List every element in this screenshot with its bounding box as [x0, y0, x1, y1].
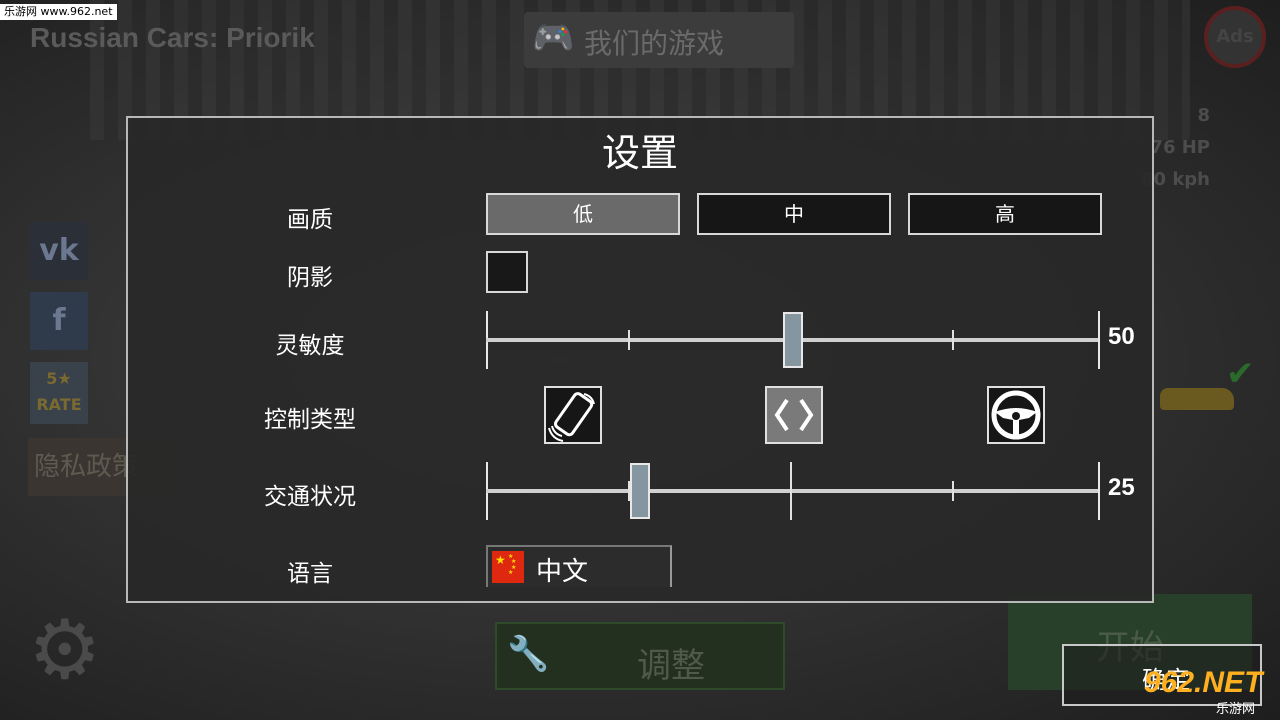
- rate-button[interactable]: 5★ RATE: [30, 362, 88, 424]
- quality-low-button[interactable]: 低: [486, 193, 680, 235]
- slider-tick: [790, 462, 792, 520]
- car-icon: [1160, 388, 1234, 410]
- steering-wheel-icon: [991, 390, 1041, 440]
- gear-icon[interactable]: ⚙: [28, 610, 102, 692]
- traffic-slider[interactable]: 25: [486, 462, 1135, 520]
- control-wheel-button[interactable]: [987, 386, 1045, 444]
- slider-end-right: [1098, 311, 1100, 369]
- owned-check-icon: ✔: [1226, 354, 1255, 394]
- slider-tick: [628, 330, 630, 350]
- rate-stars: 5★: [46, 369, 72, 388]
- our-games-button[interactable]: 🎮 我们的游戏: [524, 12, 794, 68]
- no-ads-button[interactable]: Ads: [1204, 6, 1266, 68]
- tune-label: 调整: [637, 646, 705, 686]
- slider-knob[interactable]: [783, 312, 803, 368]
- sensitivity-slider[interactable]: 50: [486, 311, 1135, 369]
- facebook-button[interactable]: f: [30, 292, 88, 350]
- sensitivity-value: 50: [1108, 323, 1135, 350]
- language-value: 中文: [536, 557, 589, 587]
- vk-icon: vk: [39, 233, 79, 268]
- china-flag-icon: ★ ★ ★ ★ ★: [492, 551, 524, 583]
- traffic-label: 交通状况: [264, 484, 356, 510]
- control-type-label: 控制类型: [264, 407, 356, 433]
- traffic-value: 25: [1108, 474, 1135, 501]
- logo-brand: 962.NET: [1144, 666, 1263, 699]
- gamepad-icon: 🎮: [532, 18, 575, 58]
- slider-tick: [952, 330, 954, 350]
- site-watermark: 乐游网 www.962.net: [0, 4, 117, 20]
- logo-sub: 乐游网: [1216, 702, 1256, 717]
- slider-tick: [952, 481, 954, 501]
- control-tilt-button[interactable]: [544, 386, 602, 444]
- language-selector[interactable]: ★ ★ ★ ★ ★ 中文: [486, 545, 672, 587]
- slider-track: [486, 489, 1100, 493]
- slider-end-right: [1098, 462, 1100, 520]
- game-title: Russian Cars: Priorik: [30, 22, 315, 53]
- facebook-icon: f: [52, 303, 66, 338]
- sensitivity-label: 灵敏度: [275, 333, 345, 359]
- slider-knob[interactable]: [630, 463, 650, 519]
- tune-button[interactable]: 🔧 调整: [495, 622, 785, 690]
- our-games-label: 我们的游戏: [584, 27, 725, 60]
- rate-label: RATE: [36, 395, 82, 414]
- vk-button[interactable]: vk: [30, 222, 88, 280]
- quality-high-button[interactable]: 高: [908, 193, 1102, 235]
- settings-panel: 设置 画质 低 中 高 阴影 灵敏度 50 控制类型 交通状况 25 语言 ★ …: [126, 116, 1154, 603]
- quality-medium-button[interactable]: 中: [697, 193, 891, 235]
- language-label: 语言: [287, 561, 333, 587]
- panel-title: 设置: [601, 131, 678, 175]
- site-logo: 962.NET 乐游网: [1144, 666, 1276, 718]
- control-arrows-button[interactable]: [765, 386, 823, 444]
- arrows-icon: [774, 398, 814, 432]
- shadows-label: 阴影: [287, 265, 333, 291]
- tilt-phone-icon: [548, 392, 595, 442]
- quality-label: 画质: [287, 207, 333, 233]
- shadows-checkbox[interactable]: [486, 251, 528, 293]
- wrench-car-icon: 🔧: [507, 634, 550, 674]
